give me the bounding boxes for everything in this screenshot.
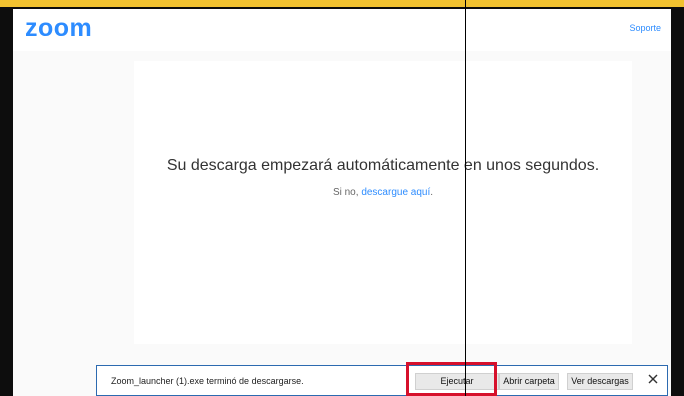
- browser-viewport: zoom Soporte Su descarga empezará automá…: [13, 9, 671, 396]
- zoom-logo[interactable]: zoom: [25, 14, 92, 43]
- support-link[interactable]: Soporte: [629, 23, 661, 33]
- view-downloads-button[interactable]: Ver descargas: [567, 373, 633, 390]
- open-folder-button[interactable]: Abrir carpeta: [499, 373, 559, 390]
- vertical-divider-line: [465, 0, 466, 396]
- download-file-message: Zoom_launcher (1).exe terminó de descarg…: [111, 376, 304, 386]
- download-message: Su descarga empezará automáticamente en …: [166, 157, 600, 174]
- fallback-prefix: Si no,: [332, 187, 359, 198]
- download-fallback: Si no, descargue aquí.: [134, 187, 632, 198]
- top-strip: [0, 0, 684, 7]
- download-bar: Zoom_launcher (1).exe terminó de descarg…: [96, 365, 668, 396]
- run-button-highlight: [406, 362, 497, 396]
- fallback-suffix: .: [430, 187, 434, 198]
- page-header: zoom Soporte: [13, 9, 671, 51]
- download-card: Su descarga empezará automáticamente en …: [134, 61, 632, 344]
- download-here-link[interactable]: descargue aquí: [361, 187, 430, 198]
- close-icon-glyph: [648, 374, 658, 384]
- close-icon[interactable]: [645, 373, 661, 389]
